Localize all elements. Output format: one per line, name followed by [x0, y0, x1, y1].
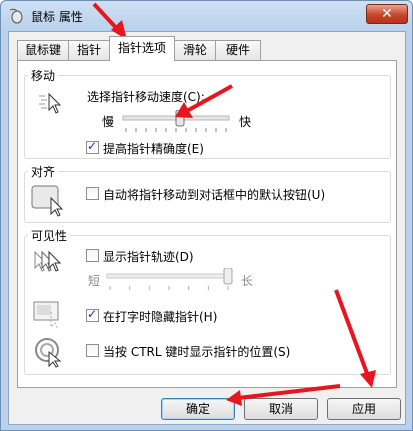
- enhance-precision-label: 提高指针精确度(E): [103, 142, 204, 156]
- tab-wheel[interactable]: 滑轮: [174, 40, 216, 60]
- dialog-client-area: 鼠标键 指针 指针选项 滑轮 硬件 移动 选择指针移动速度(C): 慢 快 ✓ …: [8, 31, 406, 425]
- pointer-trails-icon: [34, 250, 62, 272]
- motion-group: 移动 选择指针移动速度(C): 慢 快 提高指针精确度(E): [24, 67, 391, 159]
- show-location-ctrl-label: 当按 CTRL 键时显示指针的位置(S): [103, 345, 291, 359]
- speed-label: 选择指针移动速度(C):: [87, 90, 205, 104]
- hide-while-typing-label: 在打字时隐藏指针(H): [103, 310, 218, 324]
- mouse-properties-window: 鼠标 属性 ✕ 鼠标键 指针 指针选项 滑轮 硬件 移动 选择指针移动速度(C)…: [0, 0, 413, 431]
- hide-while-typing-checkbox[interactable]: [86, 307, 99, 322]
- snap-group-title: 对齐: [28, 163, 59, 180]
- tab-pointer-options[interactable]: 指针选项: [109, 36, 175, 61]
- visibility-group-title: 可见性: [28, 227, 71, 244]
- title-bar[interactable]: 鼠标 属性 ✕: [1, 1, 412, 31]
- close-button[interactable]: ✕: [366, 4, 408, 24]
- trail-slider-thumb: [223, 268, 233, 285]
- fast-label: 快: [239, 115, 252, 129]
- snap-to-default-checkbox[interactable]: [86, 187, 99, 200]
- slow-label: 慢: [102, 115, 115, 129]
- pointer-speed-icon: [39, 92, 62, 114]
- tab-pointers[interactable]: 指针: [68, 40, 110, 60]
- show-location-icon: [35, 338, 62, 368]
- snap-to-default-label: 自动将指针移动到对话框中的默认按钮(U): [103, 188, 326, 202]
- show-location-ctrl-checkbox[interactable]: [86, 344, 99, 357]
- ok-button[interactable]: 确定: [161, 398, 235, 420]
- speed-slider-thumb: [175, 110, 185, 127]
- snap-to-icon: [31, 185, 64, 217]
- visibility-group: 可见性 显示指针轨迹(D) 短 长 ✓ 在打字时隐藏指针(H) 当按 CTRL …: [24, 227, 391, 375]
- trail-length-slider[interactable]: [105, 268, 235, 292]
- motion-group-title: 移动: [28, 67, 59, 84]
- apply-button[interactable]: 应用: [327, 398, 401, 420]
- enhance-precision-checkbox[interactable]: [86, 139, 99, 154]
- short-label: 短: [88, 274, 101, 288]
- long-label: 长: [241, 274, 254, 288]
- hide-pointer-icon: [33, 301, 59, 330]
- tab-buttons[interactable]: 鼠标键: [17, 40, 69, 60]
- pointer-options-panel: 移动 选择指针移动速度(C): 慢 快 提高指针精确度(E) 对齐: [17, 60, 397, 388]
- pointer-trails-checkbox[interactable]: [86, 249, 99, 262]
- pointer-trails-label: 显示指针轨迹(D): [103, 250, 194, 264]
- tab-hardware[interactable]: 硬件: [215, 40, 261, 60]
- snap-group: 对齐 自动将指针移动到对话框中的默认按钮(U): [24, 163, 391, 223]
- speed-slider[interactable]: [121, 110, 233, 134]
- mouse-app-icon: [9, 8, 23, 24]
- cancel-button[interactable]: 取消: [244, 398, 318, 420]
- window-title: 鼠标 属性: [31, 10, 83, 24]
